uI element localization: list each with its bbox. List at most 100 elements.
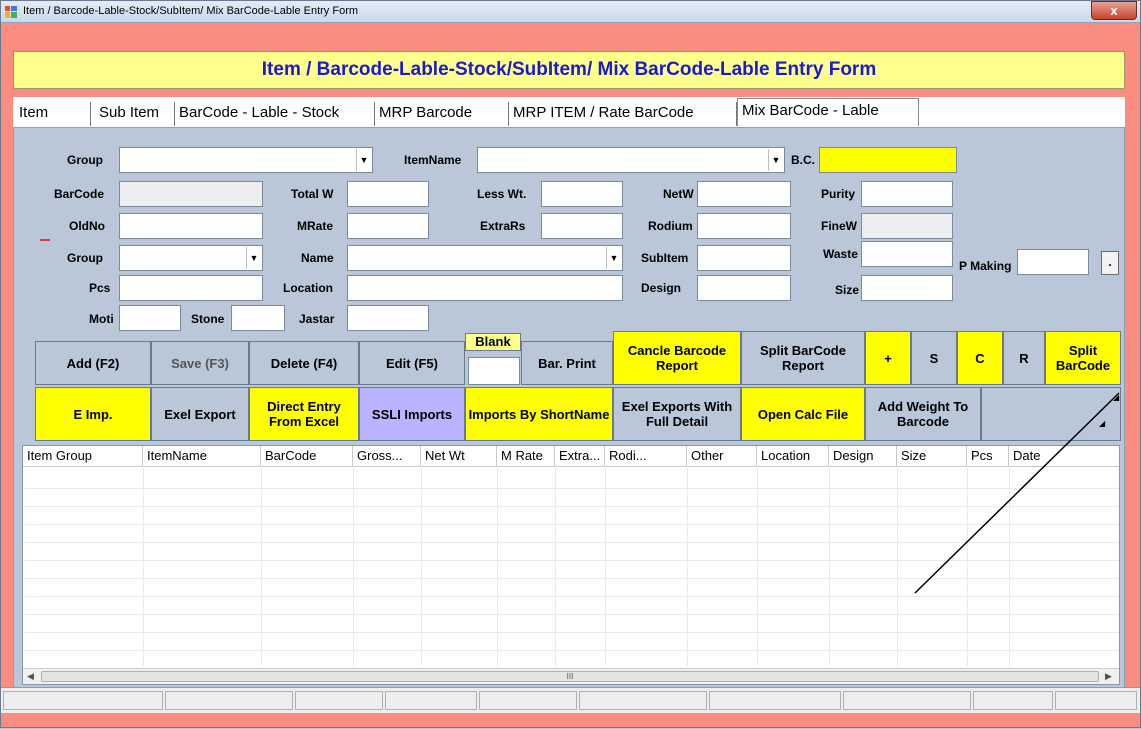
waste-label: Waste — [823, 247, 858, 261]
finew-input[interactable] — [861, 213, 953, 239]
open-calc-file-button[interactable]: Open Calc File — [741, 387, 865, 441]
plus-button[interactable]: + — [865, 331, 911, 385]
jastar-input[interactable] — [347, 305, 429, 331]
extrars-label: ExtraRs — [480, 219, 526, 233]
extrars-input[interactable] — [541, 213, 623, 239]
imports-by-shortname-button[interactable]: Imports By ShortName — [465, 387, 613, 441]
location-input[interactable] — [347, 275, 623, 301]
mrate-label: MRate — [297, 219, 334, 233]
column-header[interactable]: Other — [687, 446, 757, 466]
scroll-thumb[interactable]: III — [41, 671, 1099, 682]
subitem-input[interactable] — [697, 245, 791, 271]
moti-input[interactable] — [119, 305, 181, 331]
chevron-down-icon[interactable]: ▼ — [356, 149, 371, 171]
scroll-right-icon[interactable]: ▶ — [1105, 671, 1112, 682]
waste-input[interactable] — [861, 241, 953, 267]
tab-mrp-item-rate-barcode[interactable]: MRP ITEM / Rate BarCode — [509, 102, 737, 126]
c-button[interactable]: C — [957, 331, 1003, 385]
oldno-input[interactable] — [119, 213, 263, 239]
grid-line — [23, 488, 1119, 489]
group-combo[interactable]: ▼ — [119, 147, 373, 173]
moti-label: Moti — [89, 312, 114, 326]
data-grid[interactable]: Item Group ItemName BarCode Gross... Net… — [22, 445, 1120, 685]
less-wt-input[interactable] — [541, 181, 623, 207]
column-header[interactable]: M Rate — [497, 446, 555, 466]
grid-line — [687, 466, 688, 666]
size-input[interactable] — [861, 275, 953, 301]
chevron-down-icon[interactable]: ▼ — [768, 149, 783, 171]
grip-icon: ◢ — [1099, 419, 1106, 428]
edit-button[interactable]: Edit (F5) — [359, 341, 465, 385]
s-button[interactable]: S — [911, 331, 957, 385]
tab-mix-barcode-lable[interactable]: Mix BarCode - Lable — [737, 98, 919, 126]
close-button[interactable]: x — [1091, 1, 1137, 20]
chevron-down-icon[interactable]: ▼ — [606, 247, 621, 269]
r-button[interactable]: R — [1003, 331, 1045, 385]
grid-line — [23, 596, 1119, 597]
design-label: Design — [641, 281, 682, 295]
status-panel — [165, 691, 293, 710]
cancle-barcode-report-button[interactable]: Cancle Barcode Report — [613, 331, 741, 385]
netw-input[interactable] — [697, 181, 791, 207]
horizontal-scrollbar[interactable]: ◀ III ▶ — [23, 668, 1119, 684]
column-header[interactable]: Net Wt — [421, 446, 497, 466]
grid-line — [23, 614, 1119, 615]
total-w-input[interactable] — [347, 181, 429, 207]
add-weight-to-barcode-button[interactable]: Add Weight To Barcode — [865, 387, 981, 441]
status-panel — [385, 691, 477, 710]
group2-combo[interactable]: ▼ — [119, 245, 263, 271]
delete-button[interactable]: Delete (F4) — [249, 341, 359, 385]
column-header[interactable]: Gross... — [353, 446, 421, 466]
design-input[interactable] — [697, 275, 791, 301]
exel-exports-full-detail-button[interactable]: Exel Exports With Full Detail — [613, 387, 741, 441]
column-header[interactable]: ItemName — [143, 446, 261, 466]
rodium-label: Rodium — [648, 219, 693, 233]
bar-print-button[interactable]: Bar. Print — [521, 341, 613, 385]
column-header[interactable]: Location — [757, 446, 829, 466]
scroll-left-icon[interactable]: ◀ — [27, 671, 34, 682]
tab-item[interactable]: Item — [15, 102, 91, 126]
rodium-input[interactable] — [697, 213, 791, 239]
chevron-down-icon[interactable]: ▼ — [246, 247, 261, 269]
tab-mrp-barcode[interactable]: MRP Barcode — [375, 102, 509, 126]
tab-sub-item[interactable]: Sub Item — [95, 102, 175, 126]
empty-button-slot — [981, 387, 1121, 441]
ssli-imports-button[interactable]: SSLI Imports — [359, 387, 465, 441]
grid-line — [967, 466, 968, 666]
add-button[interactable]: Add (F2) — [35, 341, 151, 385]
column-header[interactable]: Date — [1009, 446, 1119, 466]
column-header[interactable]: Rodi... — [605, 446, 687, 466]
direct-entry-from-excel-button[interactable]: Direct Entry From Excel — [249, 387, 359, 441]
column-header[interactable]: BarCode — [261, 446, 353, 466]
mrate-input[interactable] — [347, 213, 429, 239]
column-header[interactable]: Extra... — [555, 446, 605, 466]
p-making-input[interactable] — [1017, 249, 1089, 275]
name-combo[interactable]: ▼ — [347, 245, 623, 271]
bc-label: B.C. — [791, 153, 815, 167]
jastar-label: Jastar — [299, 312, 335, 326]
grid-line — [23, 524, 1119, 525]
column-header[interactable]: Item Group — [23, 446, 143, 466]
barcode-label: BarCode — [54, 187, 105, 201]
app-icon — [5, 6, 17, 18]
split-barcode-report-button[interactable]: Split BarCode Report — [741, 331, 865, 385]
grid-line — [421, 466, 422, 666]
e-imp-button[interactable]: E Imp. — [35, 387, 151, 441]
split-barcode-button[interactable]: Split BarCode — [1045, 331, 1121, 385]
column-header[interactable]: Design — [829, 446, 897, 466]
itemname-combo[interactable]: ▼ — [477, 147, 785, 173]
save-button[interactable]: Save (F3) — [151, 341, 249, 385]
purity-input[interactable] — [861, 181, 953, 207]
stone-input[interactable] — [231, 305, 285, 331]
column-header[interactable]: Pcs — [967, 446, 1009, 466]
exel-export-button[interactable]: Exel Export — [151, 387, 249, 441]
column-header[interactable]: Size — [897, 446, 967, 466]
tab-barcode-lable-stock[interactable]: BarCode - Lable - Stock — [175, 102, 375, 126]
title-bar[interactable]: Item / Barcode-Lable-Stock/SubItem/ Mix … — [1, 1, 1140, 23]
p-making-button[interactable]: . — [1101, 251, 1119, 275]
pcs-input[interactable] — [119, 275, 263, 301]
barcode-input[interactable] — [119, 181, 263, 207]
blank-input[interactable] — [468, 357, 520, 385]
grid-line — [353, 466, 354, 666]
bc-input[interactable] — [819, 147, 957, 173]
